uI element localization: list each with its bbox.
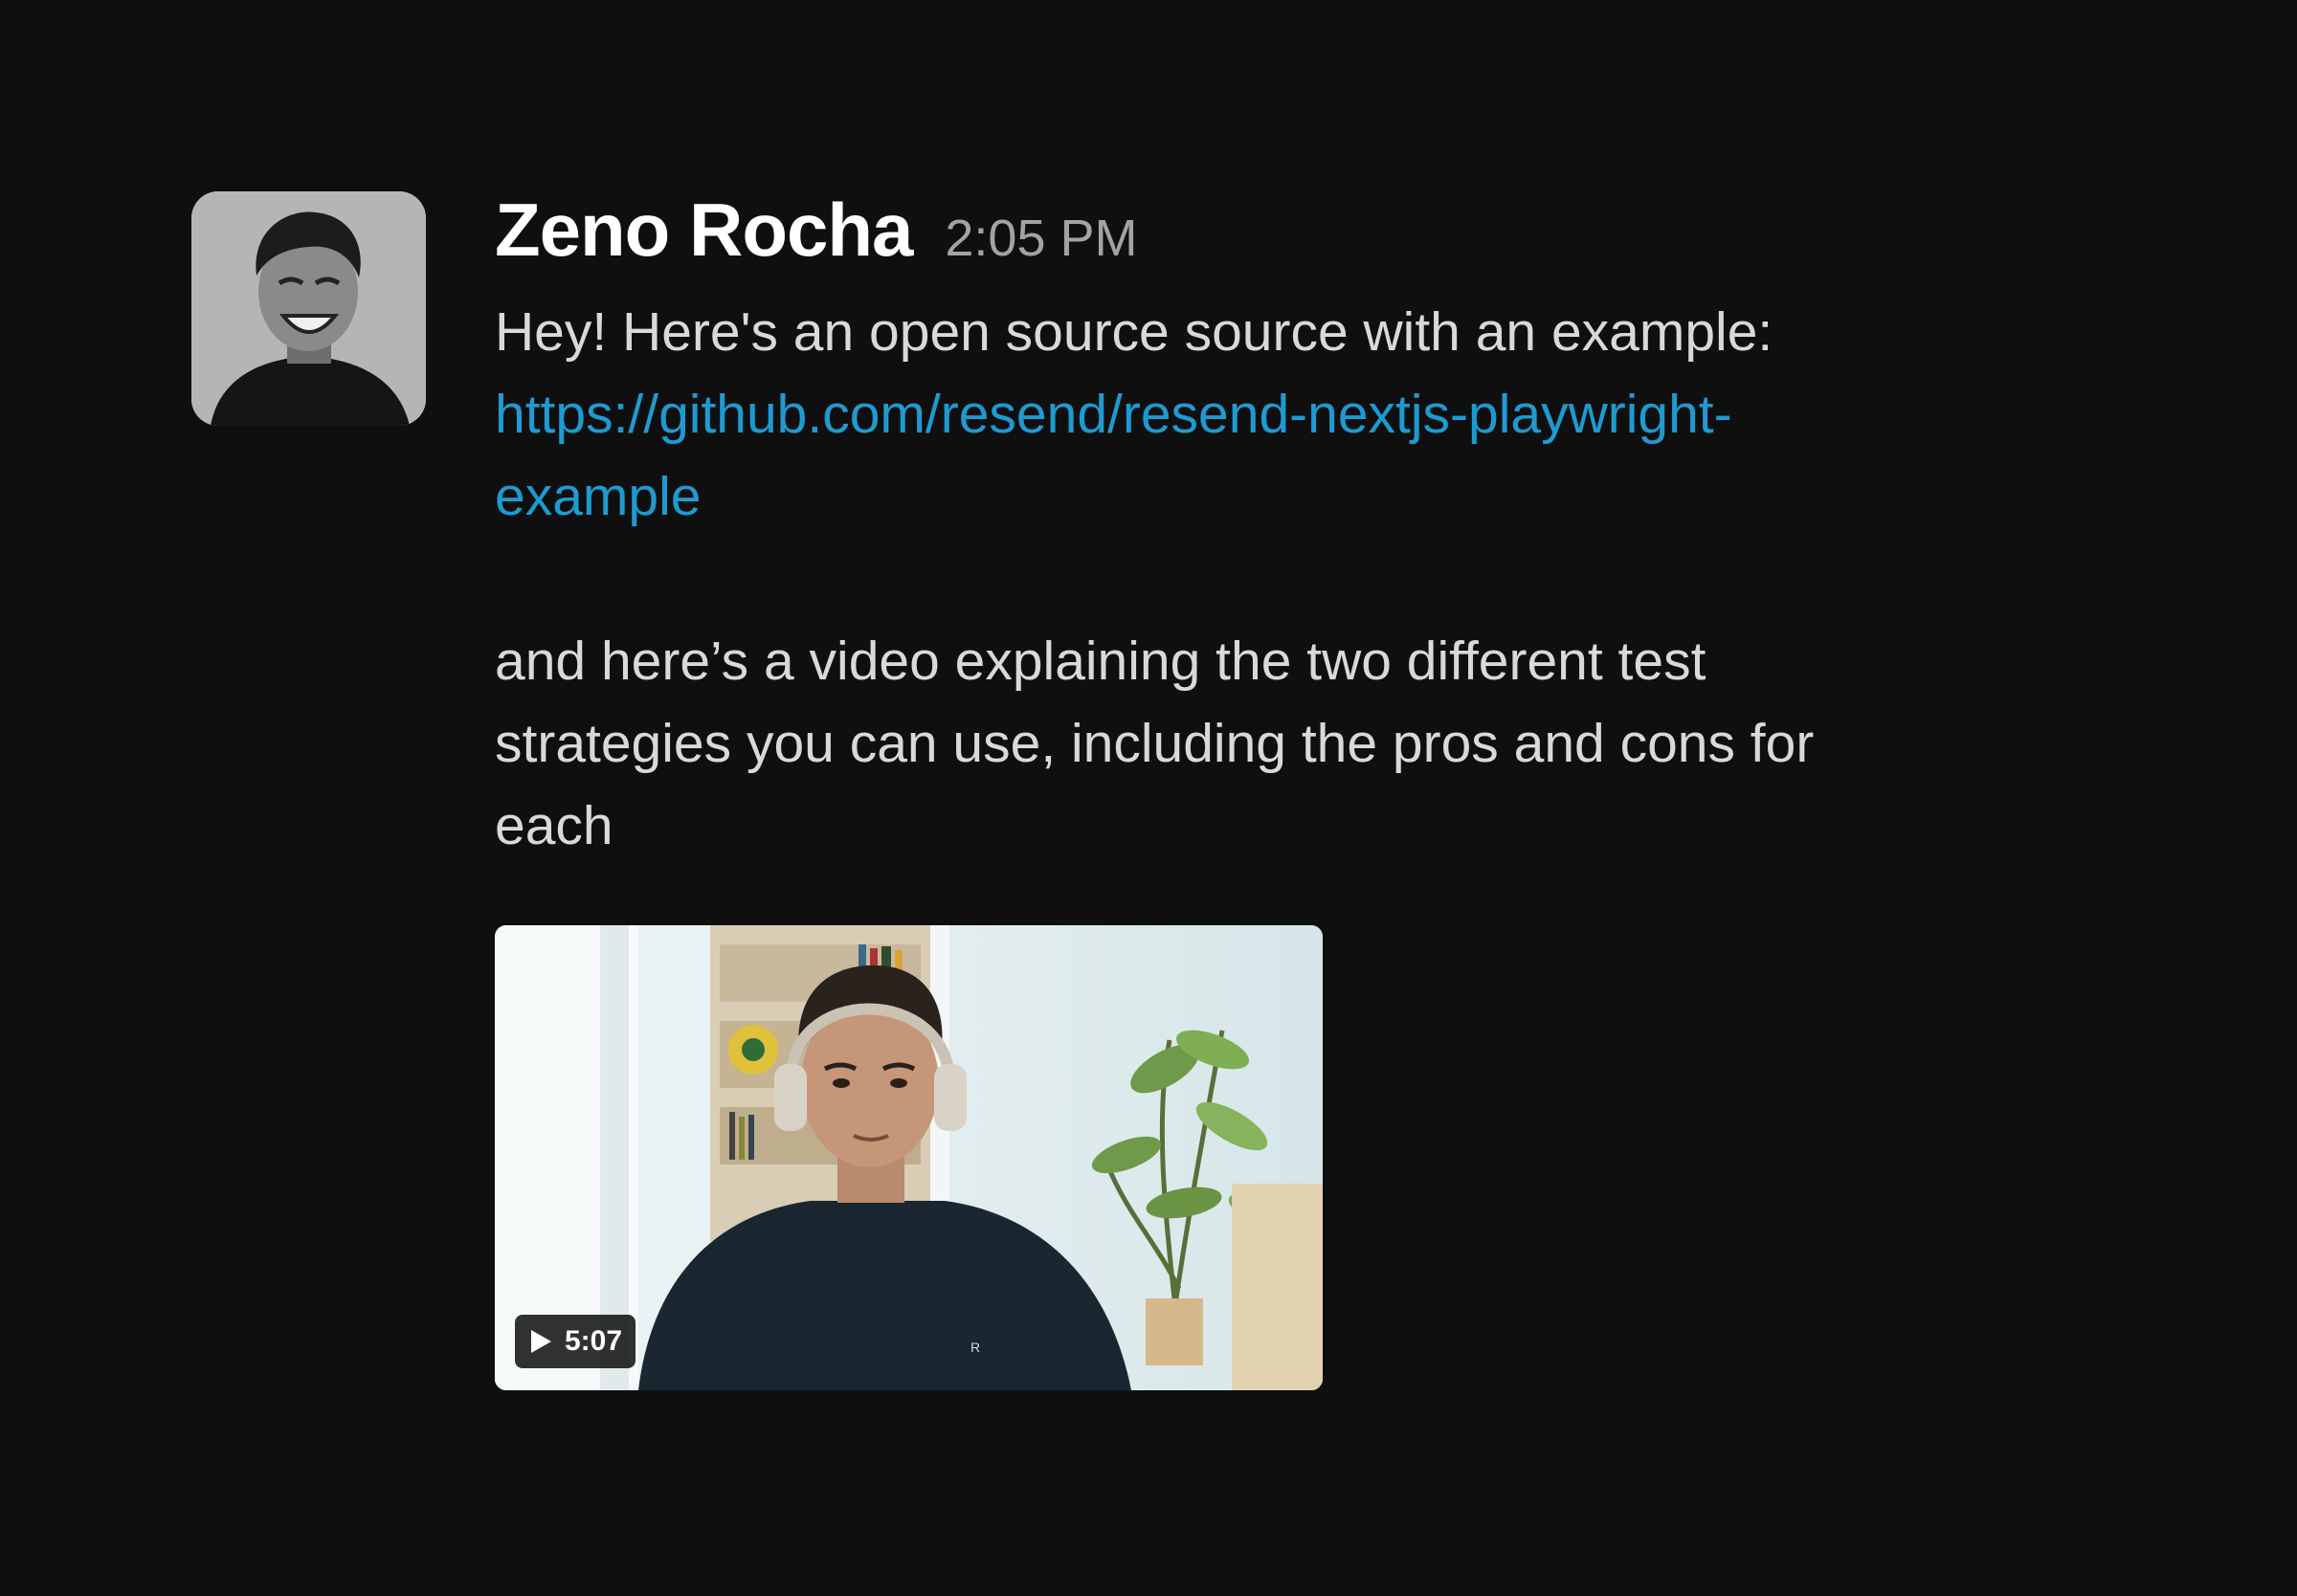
video-attachment[interactable]: R 5:07 [495,925,1323,1390]
message-text: Hey! Here's an open source source with a… [495,291,1911,867]
message-line-intro: Hey! Here's an open source source with a… [495,301,1773,363]
avatar-image [191,191,426,426]
github-link[interactable]: https://github.com/resend/resend-nextjs-… [495,373,1911,538]
avatar[interactable] [191,191,426,426]
chat-message: Zeno Rocha 2:05 PM Hey! Here's an open s… [0,0,2297,1596]
video-duration: 5:07 [565,1325,623,1357]
play-icon [531,1330,551,1353]
message-body: Zeno Rocha 2:05 PM Hey! Here's an open s… [495,182,1930,867]
video-duration-badge[interactable]: 5:07 [515,1315,636,1368]
author-name[interactable]: Zeno Rocha [495,182,913,277]
svg-text:R: R [970,1340,980,1355]
message-header: Zeno Rocha 2:05 PM [495,182,1930,277]
message-timestamp[interactable]: 2:05 PM [945,190,1137,286]
message-paragraph-video: and here’s a video explaining the two di… [495,631,1815,856]
